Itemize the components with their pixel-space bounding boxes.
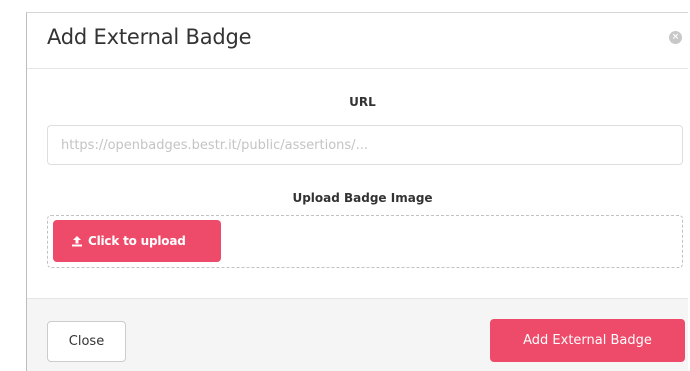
close-button[interactable]: Close — [47, 321, 126, 362]
add-external-badge-button[interactable]: Add External Badge — [490, 319, 685, 362]
dialog-footer: Close Add External Badge — [27, 298, 688, 371]
dialog-header: Add External Badge × — [27, 13, 688, 69]
dialog-body: URL Upload Badge Image Click to upload — [27, 69, 688, 298]
upload-badge-image-label: Upload Badge Image — [292, 191, 433, 205]
dialog-title: Add External Badge — [47, 25, 252, 49]
url-input[interactable] — [47, 125, 683, 165]
close-x-icon[interactable]: × — [669, 31, 682, 44]
url-label: URL — [349, 95, 376, 109]
upload-dropzone[interactable]: Click to upload — [47, 215, 683, 268]
click-to-upload-button[interactable]: Click to upload — [53, 220, 221, 262]
add-external-badge-dialog: Add External Badge × URL Upload Badge Im… — [26, 12, 688, 371]
click-to-upload-label: Click to upload — [88, 234, 186, 248]
upload-icon — [72, 236, 82, 247]
